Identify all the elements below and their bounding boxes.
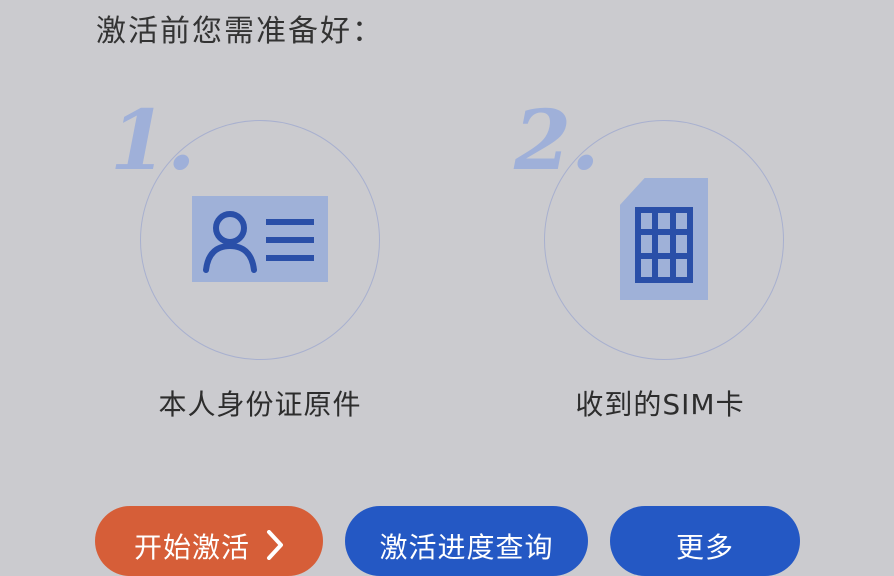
more-label: 更多 xyxy=(675,531,734,564)
start-activation-button[interactable]: 开始激活 xyxy=(95,506,323,576)
sim-card-icon xyxy=(620,178,708,300)
more-button[interactable]: 更多 xyxy=(610,506,800,576)
id-card-icon xyxy=(192,196,328,282)
step-label-id-card: 本人身份证原件 xyxy=(158,388,362,421)
step-label-sim-card: 收到的SIM卡 xyxy=(575,388,745,421)
activation-progress-button[interactable]: 激活进度查询 xyxy=(345,506,588,576)
step-number: 1. xyxy=(110,93,196,189)
step-number: 2. xyxy=(514,93,600,189)
page-title: 激活前您需准备好： xyxy=(96,14,384,49)
step-sim-card: 2. xyxy=(514,100,784,360)
activation-progress-label: 激活进度查询 xyxy=(379,531,554,564)
step-id-card: 1. xyxy=(110,100,380,360)
chevron-right-icon xyxy=(266,530,284,567)
start-activation-label: 开始激活 xyxy=(133,531,250,564)
